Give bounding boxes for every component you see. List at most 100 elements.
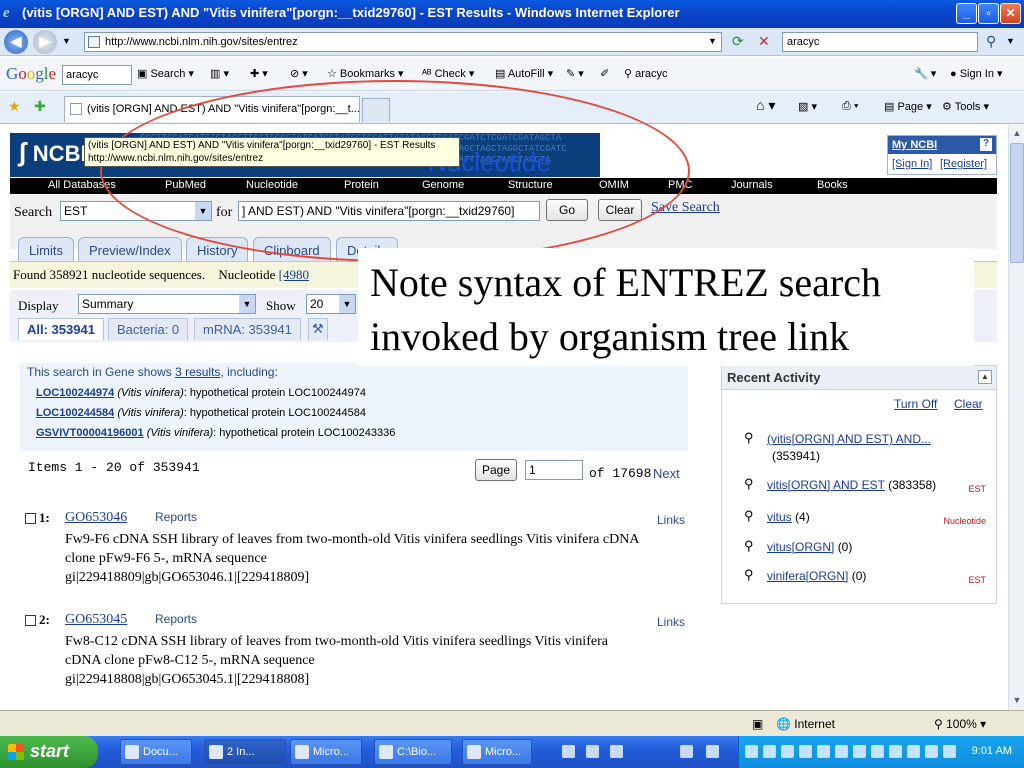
recent-query-link[interactable]: vinifera[ORGN]	[767, 569, 848, 583]
recent-query-link[interactable]: vitis[ORGN] AND EST	[767, 478, 885, 492]
live-search-input[interactable]: aracyc	[782, 32, 978, 52]
collapse-icon[interactable]: ▲	[978, 370, 992, 384]
google-query-input[interactable]: aracyc	[62, 65, 132, 85]
taskbar-item-folder[interactable]: C:\Bio...	[374, 739, 452, 765]
result-checkbox[interactable]	[25, 615, 36, 626]
tray-icon[interactable]	[817, 745, 830, 758]
home-icon[interactable]: ⌂ ▾	[756, 97, 775, 114]
show-count-select[interactable]: 20 ▼	[306, 294, 356, 314]
highlight-pencil-icon[interactable]: ✐	[600, 67, 609, 80]
result-accession-link[interactable]: GO653045	[65, 612, 127, 628]
history-dropdown-icon[interactable]: ▼	[62, 36, 71, 46]
tray-icon[interactable]	[835, 745, 848, 758]
forward-button[interactable]: ▶	[33, 30, 57, 54]
stop-icon[interactable]: ✕	[758, 33, 770, 50]
url-dropdown-icon[interactable]: ▼	[708, 36, 717, 46]
add-button-icon[interactable]: ✚ ▾	[250, 67, 268, 80]
settings-wrench-icon[interactable]: 🔧 ▾	[914, 67, 936, 80]
close-button[interactable]: ✕	[1000, 3, 1021, 24]
quicklaunch-icon[interactable]	[586, 745, 599, 758]
my-ncbi-link[interactable]: My NCBI?	[888, 136, 996, 154]
popup-blocker-icon[interactable]: ⊘ ▾	[290, 67, 308, 80]
gene-results-link[interactable]: 3 results	[175, 365, 220, 379]
tray-icon[interactable]	[925, 745, 938, 758]
result-accession-link[interactable]: GO653046	[65, 510, 127, 526]
tray-icon[interactable]	[799, 745, 812, 758]
tray-icon[interactable]	[781, 745, 794, 758]
ncbi-logo[interactable]: ʃ NCBI	[18, 137, 87, 168]
zoom-control[interactable]: ⚲ 100% ▾	[934, 717, 986, 731]
tab-limits[interactable]: Limits	[18, 237, 74, 261]
window-title-bar[interactable]: e (vitis [ORGN] AND EST) AND "Vitis vini…	[0, 0, 1024, 28]
recent-query-link[interactable]: vitus	[767, 510, 792, 524]
scroll-up-icon[interactable]: ▲	[1011, 128, 1023, 138]
taskbar-item-micro-1[interactable]: Micro...	[290, 739, 362, 765]
minimize-button[interactable]: _	[956, 3, 977, 24]
start-button[interactable]: start	[0, 736, 98, 768]
bookmarks-button[interactable]: ☆ Bookmarks ▾	[327, 67, 404, 80]
recent-query-link[interactable]: vitus[ORGN]	[767, 540, 834, 554]
quicklaunch-icon[interactable]	[706, 745, 719, 758]
links-link[interactable]: Links	[657, 513, 685, 527]
refresh-icon[interactable]: ⟳	[732, 33, 744, 50]
gene-link[interactable]: LOC100244974	[36, 387, 114, 399]
clear-history-link[interactable]: Clear	[954, 397, 983, 411]
next-page-link[interactable]: Next	[653, 466, 680, 481]
add-favorites-icon[interactable]: ✚	[34, 98, 46, 115]
wrench-icon[interactable]: ✎ ▾	[566, 67, 584, 80]
back-button[interactable]: ◀	[4, 30, 28, 54]
tray-icon[interactable]	[745, 745, 758, 758]
tray-icon[interactable]	[853, 745, 866, 758]
page-menu-button[interactable]: ▤ Page ▾	[884, 100, 932, 113]
feeds-icon[interactable]: ▧ ▾	[798, 100, 817, 113]
favorites-star-icon[interactable]: ★	[8, 98, 21, 115]
found-link[interactable]: [4980	[279, 267, 309, 282]
gene-link[interactable]: GSVIVT00004196001	[36, 427, 144, 439]
tray-icon[interactable]	[871, 745, 884, 758]
vertical-scrollbar[interactable]: ▲ ▼	[1008, 125, 1024, 710]
recent-query-link[interactable]: (vitis[ORGN] AND EST) AND...	[767, 432, 931, 446]
google-search-button[interactable]: ▣ Search ▾	[137, 67, 194, 80]
taskbar-item-micro-2[interactable]: Micro...	[462, 739, 532, 765]
nav-books[interactable]: Books	[817, 179, 848, 191]
print-icon[interactable]: ⎙ ▾	[842, 100, 858, 113]
pagerank-icon[interactable]: ▥ ▾	[210, 67, 229, 80]
page-button[interactable]: Page	[475, 459, 517, 481]
scroll-down-icon[interactable]: ▼	[1011, 695, 1023, 705]
search-options-icon[interactable]: ▼	[1006, 36, 1015, 46]
register-link[interactable]: [Register]	[940, 158, 987, 170]
tray-icon[interactable]	[889, 745, 902, 758]
spell-check-button[interactable]: ᴬᴮ Check ▾	[422, 67, 474, 80]
autofill-button[interactable]: ▤ AutoFill ▾	[495, 67, 553, 80]
filter-mrna[interactable]: mRNA: 353941	[194, 318, 301, 340]
links-link[interactable]: Links	[657, 615, 685, 629]
filter-all[interactable]: All: 353941	[18, 318, 104, 340]
reports-link[interactable]: Reports	[155, 612, 197, 626]
quicklaunch-icon[interactable]	[562, 745, 575, 758]
nav-journals[interactable]: Journals	[731, 179, 773, 191]
scroll-thumb[interactable]	[1010, 143, 1024, 263]
gene-link[interactable]: LOC100244584	[36, 407, 114, 419]
sign-in-link[interactable]: [Sign In]	[892, 158, 932, 170]
turn-off-link[interactable]: Turn Off	[894, 397, 937, 411]
reports-link[interactable]: Reports	[155, 510, 197, 524]
search-icon[interactable]: ⚲	[986, 33, 996, 50]
highlight-term-button[interactable]: ⚲ aracyc	[624, 67, 668, 80]
display-format-select[interactable]: Summary ▼	[78, 294, 256, 314]
quicklaunch-icon[interactable]	[610, 745, 623, 758]
result-checkbox[interactable]	[25, 513, 36, 524]
help-icon[interactable]: ?	[980, 138, 992, 151]
tray-icon[interactable]	[907, 745, 920, 758]
page-number-input[interactable]: 1	[525, 460, 583, 480]
tools-menu-button[interactable]: ⚙ Tools ▾	[942, 100, 989, 113]
quicklaunch-icon[interactable]	[680, 745, 693, 758]
url-field[interactable]: http://www.ncbi.nlm.nih.gov/sites/entrez	[84, 32, 722, 52]
tab-preview-index[interactable]: Preview/Index	[78, 237, 182, 261]
maximize-button[interactable]: ▫	[978, 3, 999, 24]
filter-settings-icon[interactable]: ⚒	[308, 318, 328, 340]
tray-icon[interactable]	[763, 745, 776, 758]
sign-in-button[interactable]: ● Sign In ▾	[950, 67, 1003, 80]
filter-bacteria[interactable]: Bacteria: 0	[108, 318, 189, 340]
taskbar-item-ie[interactable]: 2 In...	[204, 739, 286, 765]
tray-icon[interactable]	[943, 745, 956, 758]
